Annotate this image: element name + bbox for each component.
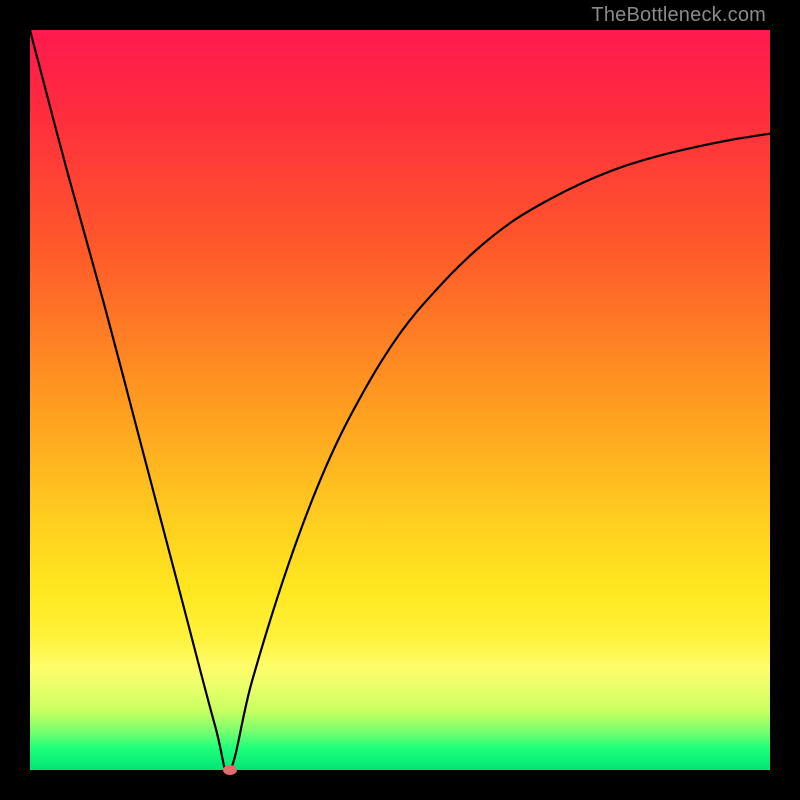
watermark-text: TheBottleneck.com bbox=[591, 4, 766, 27]
plot-area bbox=[30, 30, 770, 770]
curve-path bbox=[30, 30, 770, 770]
min-marker bbox=[223, 765, 237, 775]
chart-frame: TheBottleneck.com bbox=[0, 0, 800, 800]
bottleneck-curve bbox=[30, 30, 770, 770]
